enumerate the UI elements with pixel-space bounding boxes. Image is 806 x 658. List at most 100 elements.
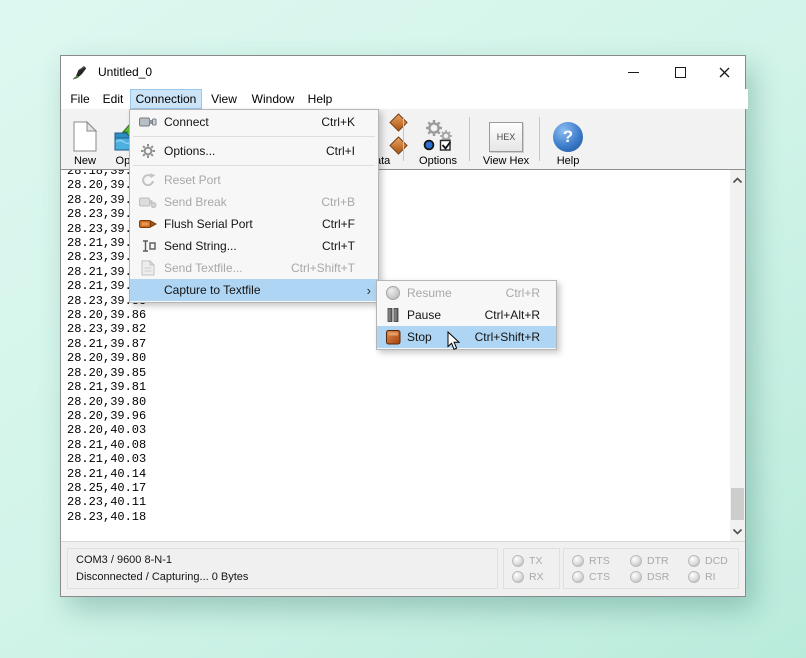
menu-item-flush-serial-port[interactable]: Flush Serial Port Ctrl+F [130, 213, 378, 235]
app-serial-plug-icon [72, 64, 88, 80]
terminal-line: 28.21,39.81 [67, 380, 745, 394]
submenu-item-stop[interactable]: Stop Ctrl+Shift+R [377, 326, 556, 348]
dcd-led-icon [688, 555, 700, 567]
hex-icon-text: HEX [497, 132, 516, 142]
reset-icon [137, 172, 159, 188]
toolbar-separator [403, 117, 404, 161]
submenu-item-shortcut: Ctrl+R [506, 286, 540, 300]
ri-led-icon [688, 571, 700, 583]
scroll-down-button[interactable] [730, 523, 745, 539]
tx-led-icon [512, 555, 524, 567]
tx-led-label: TX [529, 555, 542, 567]
terminal-line: 28.20,39.96 [67, 409, 745, 423]
menu-view[interactable]: View [202, 89, 246, 109]
gear-icon [137, 143, 159, 159]
signal-led-group: RTS CTS DTR DSR DCD RI [563, 548, 739, 589]
mouse-cursor-icon [447, 331, 461, 356]
dcd-led-label: DCD [705, 555, 728, 567]
menu-item-send-textfile[interactable]: Send Textfile... Ctrl+Shift+T [130, 257, 378, 279]
menu-file[interactable]: File [64, 89, 96, 109]
menu-item-reset-port[interactable]: Reset Port [130, 169, 378, 191]
menu-item-label: Capture to Textfile [164, 283, 355, 297]
submenu-item-pause[interactable]: Pause Ctrl+Alt+R [377, 304, 556, 326]
connection-status-panel: COM3 / 9600 8-N-1 Disconnected / Capturi… [67, 548, 498, 589]
stop-icon [383, 330, 403, 345]
new-button[interactable]: New [65, 111, 105, 167]
window-title: Untitled_0 [98, 65, 152, 79]
options-button-label: Options [419, 155, 457, 167]
terminal-line: 28.21,40.08 [67, 438, 745, 452]
resume-ball-icon [383, 286, 403, 300]
flush-icon [137, 218, 159, 230]
menu-item-shortcut: Ctrl+T [322, 239, 355, 253]
options-button[interactable]: Options [407, 111, 469, 167]
menu-connection[interactable]: Connection [130, 89, 202, 109]
close-button[interactable] [708, 59, 740, 86]
menu-item-label: Flush Serial Port [164, 217, 322, 231]
scrollbar-thumb[interactable] [731, 488, 744, 520]
menu-edit[interactable]: Edit [96, 89, 130, 109]
menu-item-connect[interactable]: Connect Ctrl+K [130, 111, 378, 133]
close-icon [719, 67, 730, 78]
title-bar[interactable]: Untitled_0 [61, 56, 745, 89]
submenu-item-resume[interactable]: Resume Ctrl+R [377, 282, 556, 304]
desktop: Untitled_0 File Edit Connection View Win… [0, 0, 806, 658]
submenu-item-label: Stop [407, 330, 475, 344]
send-string-icon [137, 239, 159, 253]
vertical-scrollbar[interactable] [730, 170, 745, 541]
menu-item-label: Send Break [164, 195, 321, 209]
hex-icon: HEX [489, 122, 523, 152]
view-hex-button[interactable]: HEX View Hex [473, 111, 539, 167]
help-button[interactable]: ? Help [543, 111, 593, 167]
menu-item-label: Reset Port [164, 173, 355, 187]
menu-help[interactable]: Help [300, 89, 340, 109]
cts-led-label: CTS [589, 571, 610, 583]
capture-submenu: Resume Ctrl+R Pause Ctrl+Alt+R [376, 280, 557, 350]
chevron-down-icon [732, 528, 743, 535]
menu-item-shortcut: Ctrl+B [321, 195, 355, 209]
menu-separator [130, 133, 378, 140]
rx-led-icon [512, 571, 524, 583]
connection-state-text: Disconnected / Capturing... 0 Bytes [76, 569, 489, 586]
maximize-icon [675, 67, 686, 78]
rts-led-label: RTS [589, 555, 610, 567]
menu-item-label: Options... [164, 144, 326, 158]
terminal-line: 28.20,40.03 [67, 423, 745, 437]
help-button-label: Help [557, 155, 580, 167]
menu-item-send-string[interactable]: Send String... Ctrl+T [130, 235, 378, 257]
toolbar-separator [469, 117, 470, 161]
submenu-item-shortcut: Ctrl+Shift+R [475, 330, 540, 344]
minimize-icon [628, 72, 639, 73]
menu-item-label: Connect [164, 115, 321, 129]
new-document-icon [72, 121, 98, 152]
dsr-led-icon [630, 571, 642, 583]
menu-item-send-break[interactable]: Send Break Ctrl+B [130, 191, 378, 213]
maximize-button[interactable] [664, 59, 696, 86]
terminal-line: 28.20,39.85 [67, 366, 745, 380]
dtr-led-icon [630, 555, 642, 567]
rts-led-icon [572, 555, 584, 567]
menu-item-label: Send Textfile... [164, 261, 291, 275]
app-window: Untitled_0 File Edit Connection View Win… [60, 55, 746, 597]
pause-icon [383, 308, 403, 322]
help-question-icon: ? [553, 122, 583, 152]
chevron-up-icon [732, 177, 743, 184]
submenu-item-label: Resume [407, 286, 506, 300]
new-button-label: New [74, 155, 96, 167]
rx-led-label: RX [529, 571, 544, 583]
send-textfile-icon [137, 260, 159, 276]
scroll-up-button[interactable] [730, 172, 745, 188]
dsr-led-label: DSR [647, 571, 669, 583]
menu-window[interactable]: Window [246, 89, 300, 109]
menu-item-shortcut: Ctrl+I [326, 144, 355, 158]
menu-item-options[interactable]: Options... Ctrl+I [130, 140, 378, 162]
menu-item-capture-to-textfile[interactable]: Capture to Textfile › [130, 279, 378, 301]
view-hex-button-label: View Hex [483, 155, 529, 167]
ri-led-label: RI [705, 571, 716, 583]
menu-item-shortcut: Ctrl+K [321, 115, 355, 129]
connection-dropdown-menu: Connect Ctrl+K Options... Ctrl+I [129, 109, 379, 303]
terminal-line: 28.23,40.18 [67, 510, 745, 524]
submenu-item-label: Pause [407, 308, 485, 322]
terminal-line: 28.21,40.03 [67, 452, 745, 466]
minimize-button[interactable] [617, 59, 649, 86]
